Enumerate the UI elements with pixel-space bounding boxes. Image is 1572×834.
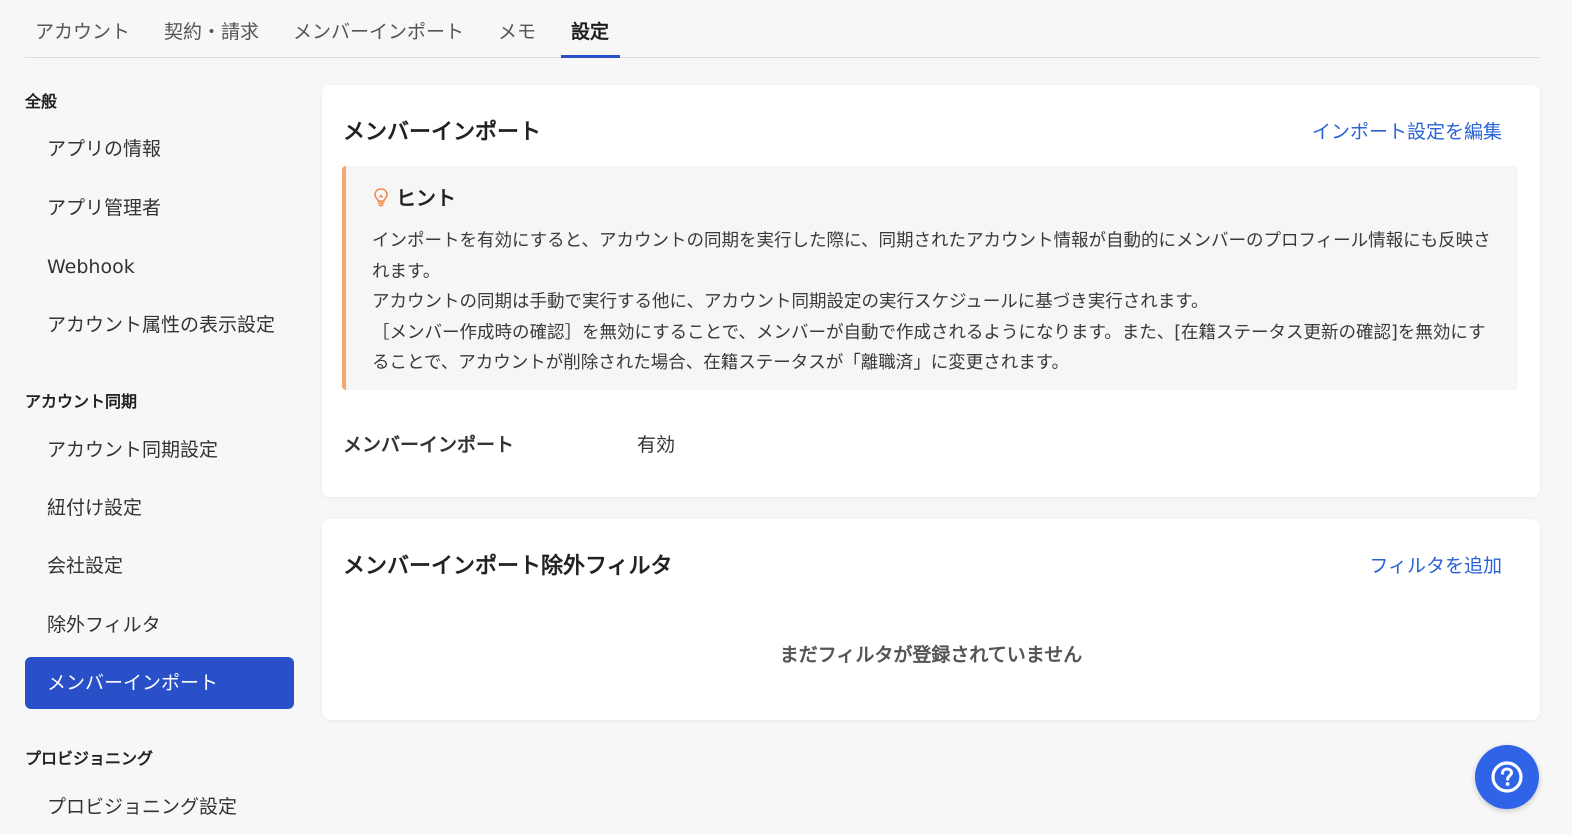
member-import-status-value: 有効	[637, 434, 676, 456]
tab-contract-billing[interactable]: 契約・請求	[154, 17, 269, 58]
hint-line: ［メンバー作成時の確認］を無効にすることで、メンバーが自動で作成されるようになり…	[372, 322, 1486, 374]
sidebar-item-linking-settings[interactable]: 紐付け設定	[25, 482, 294, 534]
sidebar-item-webhook[interactable]: Webhook	[25, 241, 294, 293]
edit-import-settings-link[interactable]: インポート設定を編集	[1312, 117, 1502, 144]
sidebar-item-exclusion-filter[interactable]: 除外フィルタ	[25, 599, 294, 651]
exclusion-filter-title: メンバーインポート除外フィルタ	[343, 554, 673, 579]
add-filter-link[interactable]: フィルタを追加	[1369, 551, 1502, 578]
sidebar-item-member-import[interactable]: メンバーインポート	[25, 657, 294, 709]
tab-settings[interactable]: 設定	[561, 17, 620, 58]
sidebar-item-app-info[interactable]: アプリの情報	[25, 123, 294, 175]
sidebar-item-provisioning-settings[interactable]: プロビジョニング設定	[25, 781, 294, 833]
tab-member-import[interactable]: メンバーインポート	[283, 17, 474, 58]
tab-memo[interactable]: メモ	[488, 17, 546, 58]
member-import-field-label: メンバーインポート	[343, 434, 515, 456]
hint-box: ヒント インポートを有効にすると、アカウントの同期を実行した際に、同期されたアカ…	[342, 166, 1518, 390]
sidebar-item-account-attribute-display[interactable]: アカウント属性の表示設定	[25, 299, 294, 351]
tab-account[interactable]: アカウント	[25, 17, 140, 58]
lightbulb-icon	[372, 187, 390, 207]
empty-filter-message: まだフィルタが登録されていません	[779, 644, 1083, 666]
help-button[interactable]	[1475, 745, 1539, 809]
question-mark-icon	[1490, 760, 1524, 794]
hint-title: ヒント	[396, 186, 456, 210]
sidebar-group-account-sync: アカウント同期	[25, 392, 138, 411]
sidebar-item-app-admins[interactable]: アプリ管理者	[25, 182, 294, 234]
hint-line: アカウントの同期は手動で実行する他に、アカウント同期設定の実行スケジュールに基づ…	[372, 292, 1209, 312]
hint-body: インポートを有効にすると、アカウントの同期を実行した際に、同期されたアカウント情…	[372, 226, 1502, 379]
exclusion-filter-card: メンバーインポート除外フィルタ フィルタを追加 まだフィルタが登録されていません	[322, 519, 1540, 720]
sidebar-group-general: 全般	[25, 92, 58, 111]
sidebar-item-account-sync-settings[interactable]: アカウント同期設定	[25, 424, 294, 476]
hint-line: インポートを有効にすると、アカウントの同期を実行した際に、同期されたアカウント情…	[372, 231, 1491, 282]
member-import-card: メンバーインポート インポート設定を編集 ヒント インポートを有効にすると、アカ…	[322, 85, 1540, 497]
sidebar-item-company-settings[interactable]: 会社設定	[25, 540, 294, 592]
member-import-title: メンバーインポート	[343, 120, 542, 145]
top-tab-bar: アカウント 契約・請求 メンバーインポート メモ 設定	[25, 0, 1540, 58]
sidebar-group-provisioning: プロビジョニング	[25, 749, 154, 768]
